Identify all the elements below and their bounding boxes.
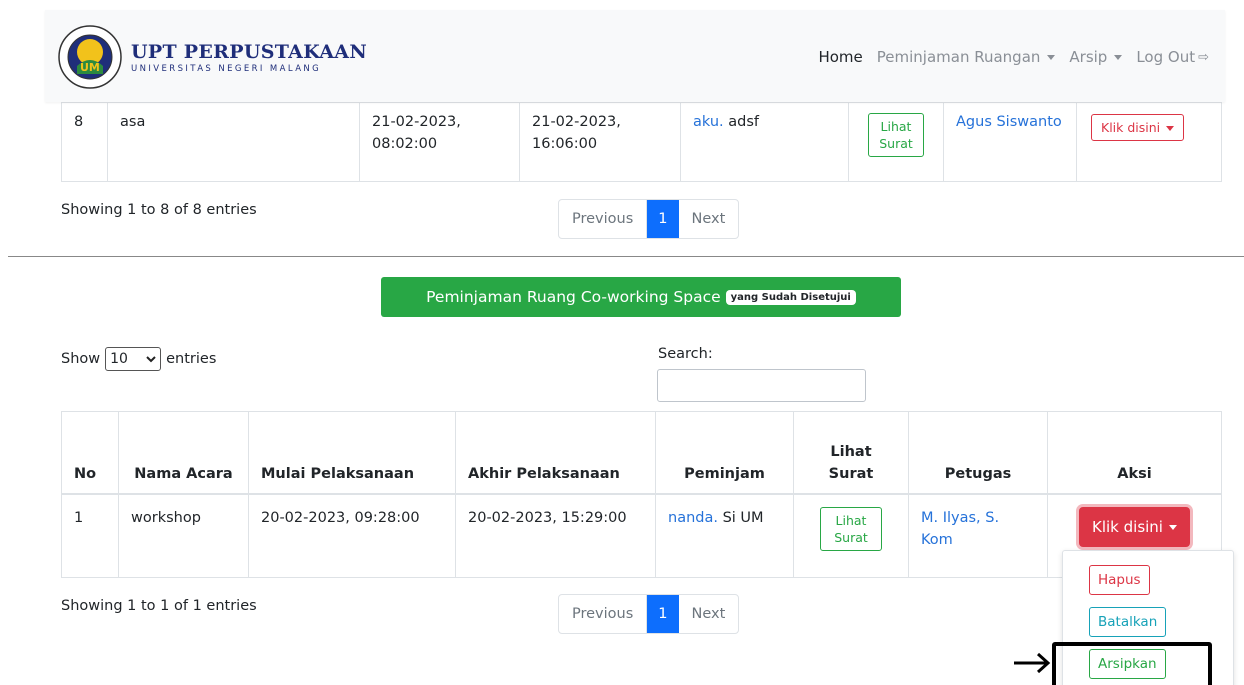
logo-text: UM <box>80 61 100 74</box>
status-badge: yang Sudah Disetujui <box>725 289 856 305</box>
arrow-right-icon <box>1014 652 1051 674</box>
cell-acara: workshop <box>118 493 249 578</box>
arsipkan-button[interactable]: Arsipkan <box>1089 649 1166 679</box>
navbar: UM UPT PERPUSTAKAAN UNIVERSITAS NEGERI M… <box>45 10 1225 102</box>
cell-petugas: Agus Siswanto <box>943 102 1077 182</box>
search-input[interactable] <box>657 369 866 402</box>
cell-lihat-surat: Lihat Surat <box>848 102 944 182</box>
batalkan-button[interactable]: Batalkan <box>1089 607 1167 637</box>
approved-table: No Nama Acara Mulai Pelaksanaan Akhir Pe… <box>61 411 1222 578</box>
cell-peminjam: aku. adsf <box>680 102 849 182</box>
university-logo: UM <box>57 24 123 90</box>
previous-button[interactable]: Previous <box>559 200 648 238</box>
cell-no: 8 <box>61 102 108 182</box>
nav-home[interactable]: Home <box>818 48 862 66</box>
chevron-down-icon <box>1114 54 1123 60</box>
lihat-surat-button[interactable]: Lihat Surat <box>820 506 882 551</box>
pending-table: 8 asa 21-02-2023, 08:02:00 21-02-2023, 1… <box>61 102 1222 182</box>
header-lihat-surat[interactable]: Lihat Surat <box>793 411 909 495</box>
peminjam-link[interactable]: aku. <box>693 114 724 130</box>
chevron-down-icon <box>1166 126 1175 131</box>
table-header-row: No Nama Acara Mulai Pelaksanaan Akhir Pe… <box>61 411 1222 495</box>
section-divider <box>8 256 1244 257</box>
table-row: 8 asa 21-02-2023, 08:02:00 21-02-2023, 1… <box>61 102 1222 182</box>
previous-button[interactable]: Previous <box>559 595 648 633</box>
cell-no: 1 <box>61 493 119 578</box>
chevron-down-icon <box>1047 54 1056 60</box>
cell-mulai: 20-02-2023, 09:28:00 <box>248 493 456 578</box>
klik-disini-button[interactable]: Klik disini <box>1079 506 1190 547</box>
header-mulai[interactable]: Mulai Pelaksanaan <box>248 411 456 495</box>
table-row: 1 workshop 20-02-2023, 09:28:00 20-02-20… <box>61 493 1222 578</box>
cell-mulai: 21-02-2023, 08:02:00 <box>359 102 520 182</box>
nav-logout[interactable]: Log Out ⇨ <box>1136 48 1209 66</box>
brand[interactable]: UM UPT PERPUSTAKAAN UNIVERSITAS NEGERI M… <box>57 24 367 90</box>
header-petugas[interactable]: Petugas <box>908 411 1048 495</box>
chevron-down-icon <box>1168 524 1177 530</box>
next-button[interactable]: Next <box>679 200 739 238</box>
klik-disini-button[interactable]: Klik disini <box>1091 114 1185 141</box>
cell-akhir: 20-02-2023, 15:29:00 <box>455 493 656 578</box>
header-aksi[interactable]: Aksi <box>1047 411 1222 495</box>
brand-subtitle: UNIVERSITAS NEGERI MALANG <box>131 63 322 74</box>
header-akhir[interactable]: Akhir Pelaksanaan <box>455 411 656 495</box>
table-info: Showing 1 to 8 of 8 entries <box>61 202 257 218</box>
page-1-button[interactable]: 1 <box>647 595 679 633</box>
cell-acara: asa <box>107 102 360 182</box>
peminjam-link[interactable]: nanda. <box>668 510 718 526</box>
logout-icon: ⇨ <box>1198 49 1209 65</box>
brand-title: UPT PERPUSTAKAAN <box>131 40 367 63</box>
cell-aksi: Klik disini <box>1076 102 1222 182</box>
header-nama-acara[interactable]: Nama Acara <box>118 411 249 495</box>
hapus-button[interactable]: Hapus <box>1089 565 1150 595</box>
header-no[interactable]: No <box>61 411 119 495</box>
cell-petugas: M. Ilyas, S. Kom <box>908 493 1048 578</box>
aksi-dropdown-menu: Hapus Batalkan Arsipkan <box>1062 550 1234 685</box>
cell-peminjam: nanda. Si UM <box>655 493 794 578</box>
entries-control: Show 10 entries <box>61 347 216 371</box>
cell-akhir: 21-02-2023, 16:06:00 <box>519 102 681 182</box>
nav-arsip[interactable]: Arsip <box>1069 48 1123 66</box>
section-title: Peminjaman Ruang Co-working Space yang S… <box>381 277 901 317</box>
search-label: Search: <box>658 346 713 362</box>
table-info: Showing 1 to 1 of 1 entries <box>61 598 257 614</box>
pagination: Previous 1 Next <box>558 199 740 239</box>
entries-select[interactable]: 10 <box>105 347 162 371</box>
pagination: Previous 1 Next <box>558 594 740 634</box>
nav-peminjaman-ruangan[interactable]: Peminjaman Ruangan <box>877 48 1056 66</box>
header-peminjam[interactable]: Peminjam <box>655 411 794 495</box>
chevron-down-icon <box>146 355 156 362</box>
page-1-button[interactable]: 1 <box>647 200 679 238</box>
next-button[interactable]: Next <box>679 595 739 633</box>
cell-lihat-surat: Lihat Surat <box>793 493 909 578</box>
main-nav: Home Peminjaman Ruangan Arsip Log Out ⇨ <box>804 48 1209 66</box>
lihat-surat-button[interactable]: Lihat Surat <box>868 113 924 157</box>
